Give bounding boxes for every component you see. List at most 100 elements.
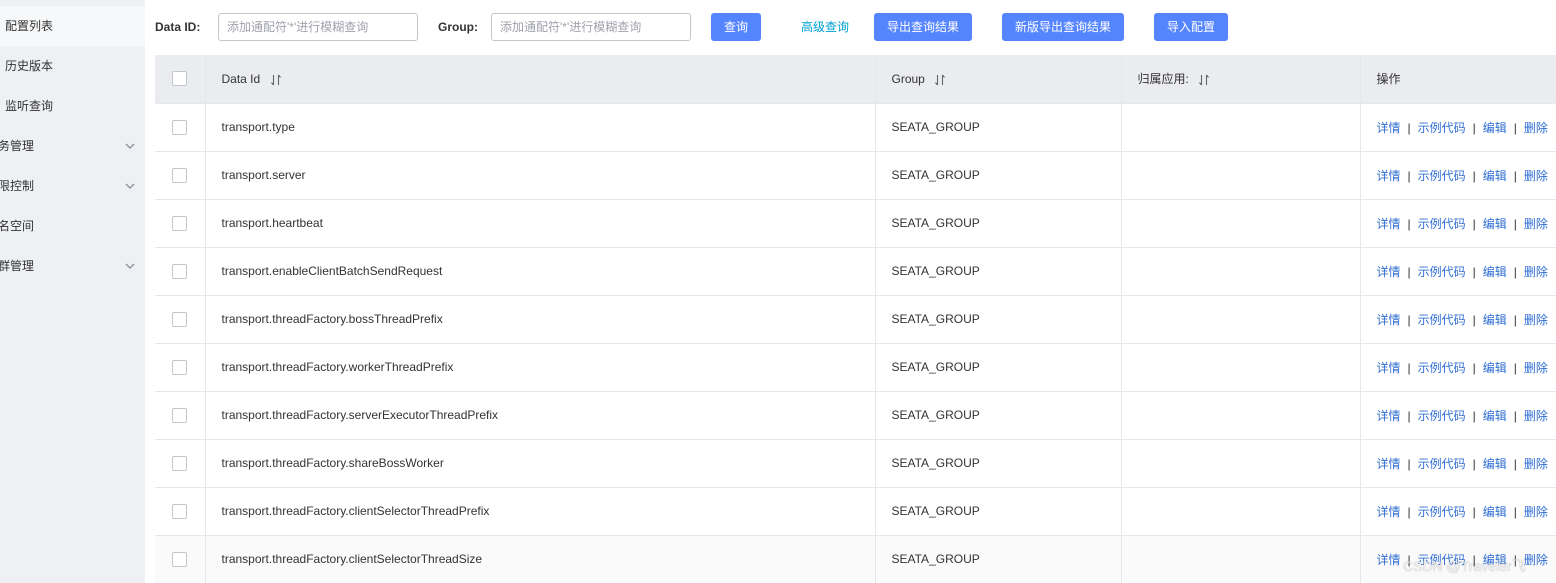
delete-link[interactable]: 删除 — [1524, 553, 1548, 567]
data-id-input[interactable] — [218, 13, 418, 41]
sample-code-link[interactable]: 示例代码 — [1418, 121, 1466, 135]
detail-link[interactable]: 详情 — [1377, 169, 1401, 183]
delete-link[interactable]: 删除 — [1524, 457, 1548, 471]
detail-link[interactable]: 详情 — [1377, 121, 1401, 135]
table-header-row: Data Id Group 归属应用: 操作 — [155, 55, 1556, 104]
sidebar-item-namespace[interactable]: 名空间 — [0, 206, 145, 246]
ops-separator: | — [1407, 120, 1411, 135]
edit-link[interactable]: 编辑 — [1483, 457, 1507, 471]
header-group[interactable]: Group — [875, 55, 1122, 104]
row-checkbox[interactable] — [172, 119, 188, 135]
sidebar-item-listener-query[interactable]: 监听查询 — [0, 86, 145, 126]
row-checkbox[interactable] — [172, 263, 188, 279]
delete-link[interactable]: 删除 — [1524, 313, 1548, 327]
sidebar-item-label: 群管理 — [0, 259, 35, 273]
detail-link[interactable]: 详情 — [1377, 217, 1401, 231]
sample-code-link[interactable]: 示例代码 — [1418, 505, 1466, 519]
sidebar-item-label: 名空间 — [0, 219, 35, 233]
ops-separator: | — [1513, 360, 1517, 375]
sample-code-link[interactable]: 示例代码 — [1418, 265, 1466, 279]
sidebar-item-service-management[interactable]: 务管理 — [0, 126, 145, 166]
ops-separator: | — [1407, 216, 1411, 231]
sidebar-item-history[interactable]: 历史版本 — [0, 46, 145, 86]
cell-app — [1121, 535, 1361, 583]
header-data-id[interactable]: Data Id — [205, 55, 876, 104]
detail-link[interactable]: 详情 — [1377, 313, 1401, 327]
app-root: 配置列表 历史版本 监听查询 务管理 限控制 名空间 群管理 Data ID: … — [0, 0, 1556, 583]
edit-link[interactable]: 编辑 — [1483, 265, 1507, 279]
detail-link[interactable]: 详情 — [1377, 505, 1401, 519]
sort-icon[interactable] — [1198, 74, 1210, 86]
detail-link[interactable]: 详情 — [1377, 457, 1401, 471]
advanced-query-link[interactable]: 高级查询 — [801, 19, 849, 35]
delete-link[interactable]: 删除 — [1524, 169, 1548, 183]
sort-icon[interactable] — [934, 74, 946, 86]
edit-link[interactable]: 编辑 — [1483, 409, 1507, 423]
table-row: transport.threadFactory.serverExecutorTh… — [155, 391, 1556, 440]
cell-data-id: transport.threadFactory.bossThreadPrefix — [205, 295, 876, 344]
delete-link[interactable]: 删除 — [1524, 121, 1548, 135]
query-button[interactable]: 查询 — [711, 13, 761, 41]
cell-ops: 详情|示例代码|编辑|删除| — [1360, 295, 1556, 344]
edit-link[interactable]: 编辑 — [1483, 505, 1507, 519]
row-checkbox[interactable] — [172, 215, 188, 231]
cell-app — [1121, 439, 1361, 488]
edit-link[interactable]: 编辑 — [1483, 169, 1507, 183]
sidebar-item-config-list[interactable]: 配置列表 — [0, 6, 145, 46]
sort-icon[interactable] — [270, 74, 282, 86]
row-checkbox[interactable] — [172, 407, 188, 423]
sample-code-link[interactable]: 示例代码 — [1418, 313, 1466, 327]
row-checkbox[interactable] — [172, 455, 188, 471]
detail-link[interactable]: 详情 — [1377, 553, 1401, 567]
sidebar-item-cluster-management[interactable]: 群管理 — [0, 246, 145, 286]
header-app[interactable]: 归属应用: — [1121, 55, 1361, 104]
sample-code-link[interactable]: 示例代码 — [1418, 409, 1466, 423]
delete-link[interactable]: 删除 — [1524, 505, 1548, 519]
row-select-cell — [155, 199, 206, 248]
detail-link[interactable]: 详情 — [1377, 265, 1401, 279]
row-checkbox[interactable] — [172, 311, 188, 327]
cell-data-id: transport.type — [205, 103, 876, 152]
row-checkbox[interactable] — [172, 551, 188, 567]
ops-separator: | — [1472, 408, 1476, 423]
delete-link[interactable]: 删除 — [1524, 265, 1548, 279]
delete-link[interactable]: 删除 — [1524, 217, 1548, 231]
detail-link[interactable]: 详情 — [1377, 409, 1401, 423]
group-input[interactable] — [491, 13, 691, 41]
sidebar-item-label: 配置列表 — [5, 19, 54, 33]
row-checkbox[interactable] — [172, 167, 188, 183]
sample-code-link[interactable]: 示例代码 — [1418, 361, 1466, 375]
table-row: transport.threadFactory.clientSelectorTh… — [155, 487, 1556, 536]
sample-code-link[interactable]: 示例代码 — [1418, 457, 1466, 471]
row-checkbox[interactable] — [172, 503, 188, 519]
cell-data-id: transport.heartbeat — [205, 199, 876, 248]
cell-group: SEATA_GROUP — [875, 199, 1122, 248]
detail-link[interactable]: 详情 — [1377, 361, 1401, 375]
delete-link[interactable]: 删除 — [1524, 361, 1548, 375]
select-all-checkbox[interactable] — [172, 71, 188, 87]
ops-separator: | — [1407, 264, 1411, 279]
sample-code-link[interactable]: 示例代码 — [1418, 217, 1466, 231]
cell-group: SEATA_GROUP — [875, 343, 1122, 392]
cell-group: SEATA_GROUP — [875, 487, 1122, 536]
ops-separator: | — [1472, 360, 1476, 375]
edit-link[interactable]: 编辑 — [1483, 313, 1507, 327]
edit-link[interactable]: 编辑 — [1483, 361, 1507, 375]
edit-link[interactable]: 编辑 — [1483, 121, 1507, 135]
delete-link[interactable]: 删除 — [1524, 409, 1548, 423]
edit-link[interactable]: 编辑 — [1483, 217, 1507, 231]
ops-separator: | — [1513, 312, 1517, 327]
import-config-button[interactable]: 导入配置 — [1154, 13, 1228, 41]
sidebar-item-permission-control[interactable]: 限控制 — [0, 166, 145, 206]
cell-group: SEATA_GROUP — [875, 535, 1122, 583]
new-export-results-button[interactable]: 新版导出查询结果 — [1002, 13, 1124, 41]
export-results-button[interactable]: 导出查询结果 — [874, 13, 972, 41]
row-select-cell — [155, 487, 206, 536]
ops-separator: | — [1513, 168, 1517, 183]
cell-app — [1121, 391, 1361, 440]
row-select-cell — [155, 151, 206, 200]
sample-code-link[interactable]: 示例代码 — [1418, 169, 1466, 183]
cell-app — [1121, 247, 1361, 296]
watermark: CSDN @Traveler飞 — [1403, 558, 1526, 574]
row-checkbox[interactable] — [172, 359, 188, 375]
